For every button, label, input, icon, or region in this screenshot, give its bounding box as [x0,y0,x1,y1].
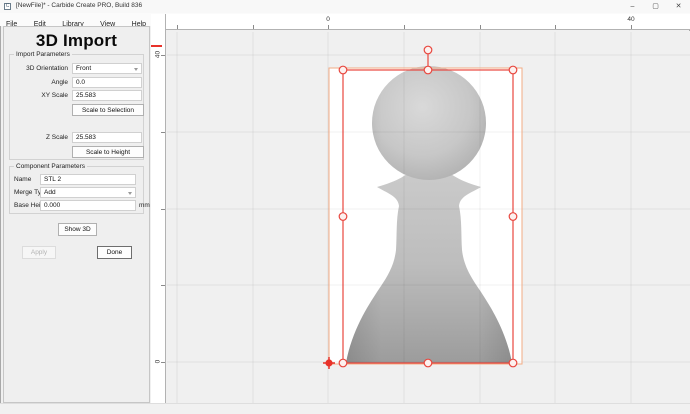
app-icon: C [4,3,11,10]
app-window: C [NewFile]* - Carbide Create PRO, Build… [0,0,690,414]
merge-type-value: Add [44,189,56,196]
selection-handle[interactable] [423,65,433,75]
merge-type-select[interactable]: Add [40,187,136,198]
done-button[interactable]: Done [97,246,132,259]
ruler-tick [328,25,329,29]
xy-scale-value: 25.583 [76,92,96,99]
ruler-label: 0 [326,16,330,23]
orientation-value: Front [76,65,92,72]
chevron-down-icon [134,67,138,71]
selection-handle[interactable] [338,65,348,75]
selection-handle[interactable] [338,212,348,221]
ruler-tick [253,25,254,29]
ruler-tick [161,285,165,286]
base-height-unit: mm [139,202,150,209]
chevron-down-icon [128,191,132,195]
component-parameters-group: Component Parameters Name STL 2 Merge Ty… [9,163,150,214]
apply-button[interactable]: Apply [22,246,56,259]
angle-label: Angle [51,79,68,86]
window-controls: – ▢ ✕ [621,0,690,13]
selection-handle[interactable] [508,65,518,75]
ruler-tick [161,55,165,56]
name-label: Name [14,176,32,183]
selection-handle[interactable] [338,358,348,368]
xy-scale-label: XY Scale [41,92,68,99]
scale-to-height-button[interactable]: Scale to Height [72,146,144,158]
scale-to-selection-button[interactable]: Scale to Selection [72,104,144,116]
name-input[interactable]: STL 2 [40,174,136,185]
angle-value: 0.0 [76,79,86,86]
base-height-value: 0.000 [44,202,61,209]
ruler-tick [404,25,405,29]
selection-handle[interactable] [508,358,518,368]
ruler-label: 40 [627,16,635,23]
angle-input[interactable]: 0.0 [72,77,142,88]
orientation-label: 3D Orientation [26,65,68,72]
heightmap-image[interactable] [320,60,540,370]
import-parameters-group: Import Parameters 3D Orientation Front A… [9,51,144,160]
ruler-horizontal: 0 40 [151,14,690,30]
selection-handle[interactable] [508,212,518,221]
component-parameters-legend: Component Parameters [14,163,88,170]
close-button[interactable]: ✕ [667,0,690,13]
selection-handle[interactable] [423,358,433,368]
ruler-label: 0 [154,359,162,364]
rotation-handle[interactable] [423,45,433,55]
ruler-tick [177,25,178,29]
ruler-tick [480,25,481,29]
title-bar: C [NewFile]* - Carbide Create PRO, Build… [0,0,690,13]
import-parameters-legend: Import Parameters [14,51,72,58]
stock-top-marker [151,45,162,47]
window-bottom-strip [0,403,690,414]
name-value: STL 2 [44,176,62,183]
ruler-vertical: 40 0 [151,14,166,403]
3d-import-panel: 3D Import Import Parameters 3D Orientati… [3,26,150,403]
z-scale-input[interactable]: 25.583 [72,132,142,143]
xy-scale-input[interactable]: 25.583 [72,90,142,101]
design-canvas[interactable] [166,31,690,403]
show-3d-button[interactable]: Show 3D [58,223,97,236]
ruler-label: 40 [154,50,162,59]
orientation-select[interactable]: Front [72,63,142,74]
base-height-input[interactable]: 0.000 [40,200,136,211]
minimize-button[interactable]: – [621,0,644,13]
ruler-tick [631,25,632,29]
z-scale-label: Z Scale [45,134,68,141]
ruler-tick [161,132,165,133]
panel-title: 3D Import [35,31,118,50]
z-scale-value: 25.583 [76,134,96,141]
window-title: [NewFile]* - Carbide Create PRO, Build 8… [16,2,143,9]
maximize-button[interactable]: ▢ [644,0,667,13]
ruler-tick [161,209,165,210]
ruler-tick [161,362,165,363]
ruler-tick [555,25,556,29]
